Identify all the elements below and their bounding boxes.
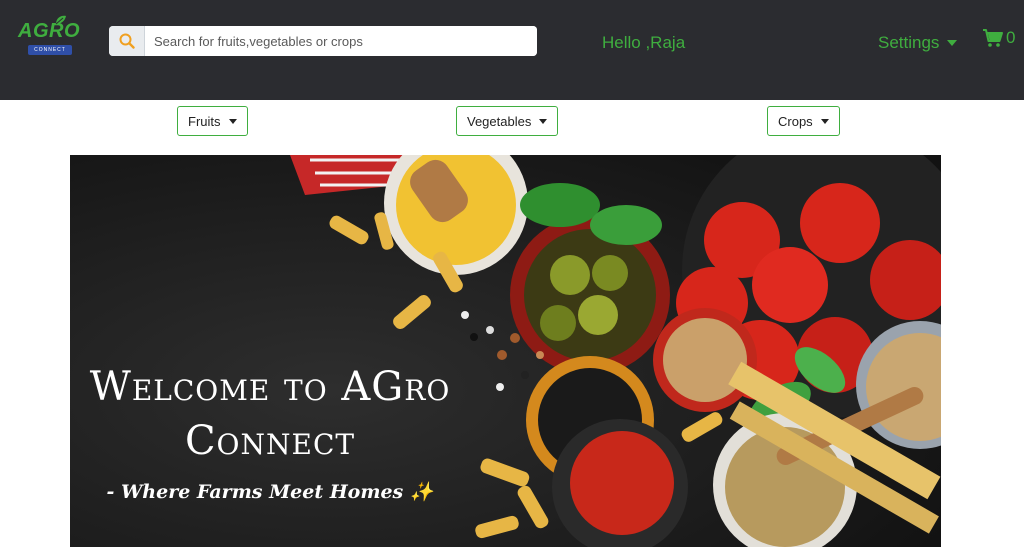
caret-down-icon [228,118,237,124]
category-vegetables-dropdown[interactable]: Vegetables [456,106,559,136]
logo-text: AGRO [18,20,80,42]
search-button[interactable] [109,26,145,56]
cart-count: 0 [1006,28,1016,47]
navbar: AGRO CONNECT Hello ,Raja Settings 0 [0,0,1024,100]
settings-label: Settings [878,33,940,52]
caret-down-icon [539,118,548,124]
search-bar [109,26,537,56]
category-fruits-dropdown[interactable]: Fruits [177,106,248,136]
caret-down-icon [947,40,958,46]
leaf-icon [55,15,66,25]
search-input[interactable] [145,26,537,56]
hero-title: Welcome to AGro Connect [89,364,451,464]
search-icon [119,33,135,49]
caret-down-icon [820,118,829,124]
sparkles-icon: ✨ [409,481,434,503]
hero-banner: Welcome to AGro Connect - Where Farms Me… [70,155,941,547]
brand-logo[interactable]: AGRO CONNECT [16,15,80,60]
tagline-text: - Where Farms Meet Homes [106,481,404,503]
cart-button[interactable]: 0 [982,28,1015,48]
user-greeting: Hello ,Raja [602,33,686,52]
logo-subtitle: CONNECT [28,45,72,55]
cart-icon [983,29,1003,47]
category-label: Crops [778,113,813,129]
category-label: Fruits [188,113,221,129]
settings-dropdown[interactable]: Settings [878,33,958,53]
hero-tagline: - Where Farms Meet Homes ✨ [70,480,470,503]
category-crops-dropdown[interactable]: Crops [767,106,840,136]
category-label: Vegetables [467,113,532,129]
